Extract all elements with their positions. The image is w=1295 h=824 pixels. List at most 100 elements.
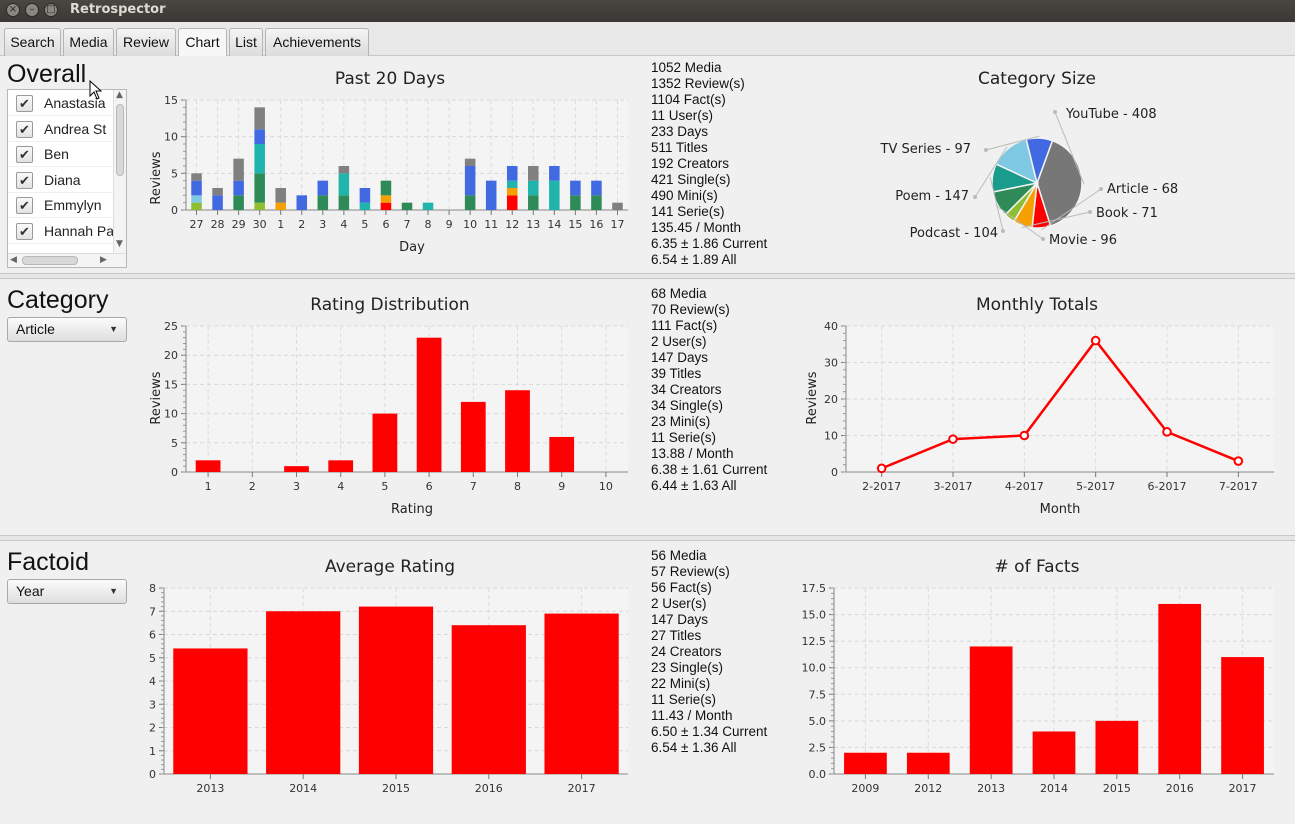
y-tick-label: 2 [149, 722, 156, 735]
x-tick-label: 2015 [382, 782, 410, 795]
maximize-window-icon[interactable]: □ [44, 3, 58, 17]
y-tick-label: 5.0 [809, 715, 827, 728]
stacked-bar-segment [359, 202, 371, 210]
tab-review[interactable]: Review [116, 28, 176, 56]
tab-media[interactable]: Media [63, 28, 114, 56]
stacked-bar-segment [317, 180, 329, 196]
checkbox-checked-icon[interactable]: ✔ [16, 197, 33, 214]
average-rating-chart: Average Rating 0 1 2 3 4 5 6 7 8 2013 2014 2015 2016… [149, 557, 628, 795]
scroll-down-icon[interactable]: ▼ [116, 239, 123, 249]
y-tick-label: 7 [149, 605, 156, 618]
scroll-thumb[interactable] [22, 256, 78, 265]
x-tick-label: 2 [298, 218, 305, 231]
user-row[interactable]: ✔ Diana [8, 168, 116, 193]
bar [195, 460, 221, 472]
checkbox-checked-icon[interactable]: ✔ [16, 121, 33, 138]
stacked-bar-segment [570, 180, 581, 196]
factoid-select[interactable]: Year ▼ [7, 579, 127, 604]
checkbox-checked-icon[interactable]: ✔ [16, 172, 33, 189]
y-axis-label: Reviews [149, 151, 164, 204]
user-row[interactable]: ✔ Andrea St [8, 117, 116, 142]
stat-line: 6.44 ± 1.63 All [651, 478, 737, 493]
x-tick-label: 9 [558, 480, 565, 493]
scroll-right-icon[interactable]: ▶ [100, 255, 107, 265]
chevron-down-icon: ▼ [109, 586, 118, 596]
bar [284, 466, 309, 472]
x-tick-label: 6 [426, 480, 433, 493]
past-20-days-chart: Past 20 Days Day Reviews 05101527 28 29 30 1… [149, 69, 628, 255]
stacked-bar-segment [506, 180, 518, 188]
stat-line: 2 User(s) [651, 596, 707, 611]
bar [451, 625, 526, 774]
y-tick-label: 5 [171, 167, 178, 180]
category-size-pie-chart: Category Size YouTube - 408 Article - 68 B… [880, 69, 1179, 248]
stat-line: 135.45 / Month [651, 220, 742, 235]
stacked-bar-segment [254, 202, 265, 210]
stat-line: 68 Media [651, 286, 707, 301]
rating-distribution-chart: Rating Distribution Rating Reviews 0 5 10 1… [149, 295, 628, 517]
stacked-bar-segment [275, 202, 286, 210]
x-tick-label: 5 [361, 218, 368, 231]
horizontal-scrollbar[interactable]: ◀ ▶ [8, 253, 126, 267]
pie-slice-label: YouTube - 408 [1065, 107, 1157, 122]
scroll-thumb[interactable] [116, 104, 124, 176]
stacked-bar-segment [254, 107, 265, 130]
stacked-bar-segment [191, 173, 202, 181]
checkbox-checked-icon[interactable]: ✔ [16, 95, 33, 112]
stacked-bar-segment [591, 180, 602, 196]
x-tick-label: 2014 [1040, 782, 1068, 795]
user-row[interactable]: ✔ Hannah Pa [8, 219, 116, 244]
y-tick-label: 15.0 [802, 609, 827, 622]
close-window-icon[interactable]: × [6, 3, 20, 17]
user-row[interactable]: ✔ Ben [8, 142, 116, 167]
x-axis-label: Rating [391, 502, 433, 517]
y-tick-label: 25 [164, 320, 178, 333]
user-filter-list[interactable]: ✔ Anastasia ✔ Andrea St ✔ Ben ✔ Diana ✔ Emmyl… [7, 89, 127, 268]
stat-line: 11 User(s) [651, 108, 714, 123]
stacked-bar-segment [191, 202, 202, 210]
stacked-bar-segment [612, 202, 623, 210]
vertical-scrollbar[interactable]: ▲ ▼ [113, 90, 126, 254]
scroll-left-icon[interactable]: ◀ [10, 255, 17, 265]
stat-line: 23 Single(s) [651, 660, 724, 675]
mouse-cursor-icon [89, 79, 103, 100]
x-tick-label: 14 [547, 218, 561, 231]
tab-list[interactable]: List [229, 28, 263, 56]
tab-achievements[interactable]: Achievements [265, 28, 369, 56]
stat-line: 111 Fact(s) [651, 318, 718, 333]
stacked-bar-segment [485, 180, 497, 210]
stat-line: 57 Review(s) [651, 564, 730, 579]
category-select[interactable]: Article ▼ [7, 317, 127, 342]
x-tick-label: 2016 [475, 782, 503, 795]
x-tick-label: 2013 [977, 782, 1005, 795]
y-tick-label: 7.5 [809, 688, 827, 701]
y-tick-label: 10.0 [802, 662, 827, 675]
x-tick-label: 6-2017 [1148, 480, 1187, 493]
checkbox-checked-icon[interactable]: ✔ [16, 223, 33, 240]
stat-line: 6.35 ± 1.86 Current [651, 236, 768, 251]
stat-line: 490 Mini(s) [651, 188, 718, 203]
y-tick-label: 10 [164, 131, 178, 144]
checkbox-checked-icon[interactable]: ✔ [16, 146, 33, 163]
overall-section-title: Overall [7, 60, 87, 88]
y-axis-label: Reviews [805, 371, 820, 424]
stacked-bar-segment [338, 166, 350, 174]
y-tick-label: 6 [149, 629, 156, 642]
tab-chart[interactable]: Chart [178, 28, 227, 56]
bar [416, 337, 442, 472]
x-tick-label: 10 [463, 218, 477, 231]
stacked-bar-segment [528, 180, 539, 196]
scroll-up-icon[interactable]: ▲ [116, 90, 123, 100]
user-row[interactable]: ✔ Emmylyn [8, 193, 116, 218]
x-tick-label: 3 [319, 218, 326, 231]
tab-search[interactable]: Search [4, 28, 61, 56]
stacked-bar-segment [549, 180, 560, 210]
pie-label-dot [1053, 110, 1057, 114]
stacked-bar-segment [275, 188, 286, 203]
minimize-window-icon[interactable]: – [25, 3, 39, 17]
stat-line: 23 Mini(s) [651, 414, 711, 429]
stat-line: 24 Creators [651, 644, 722, 659]
y-tick-label: 5 [149, 652, 156, 665]
stat-line: 141 Serie(s) [651, 204, 725, 219]
x-tick-label: 11 [484, 218, 498, 231]
